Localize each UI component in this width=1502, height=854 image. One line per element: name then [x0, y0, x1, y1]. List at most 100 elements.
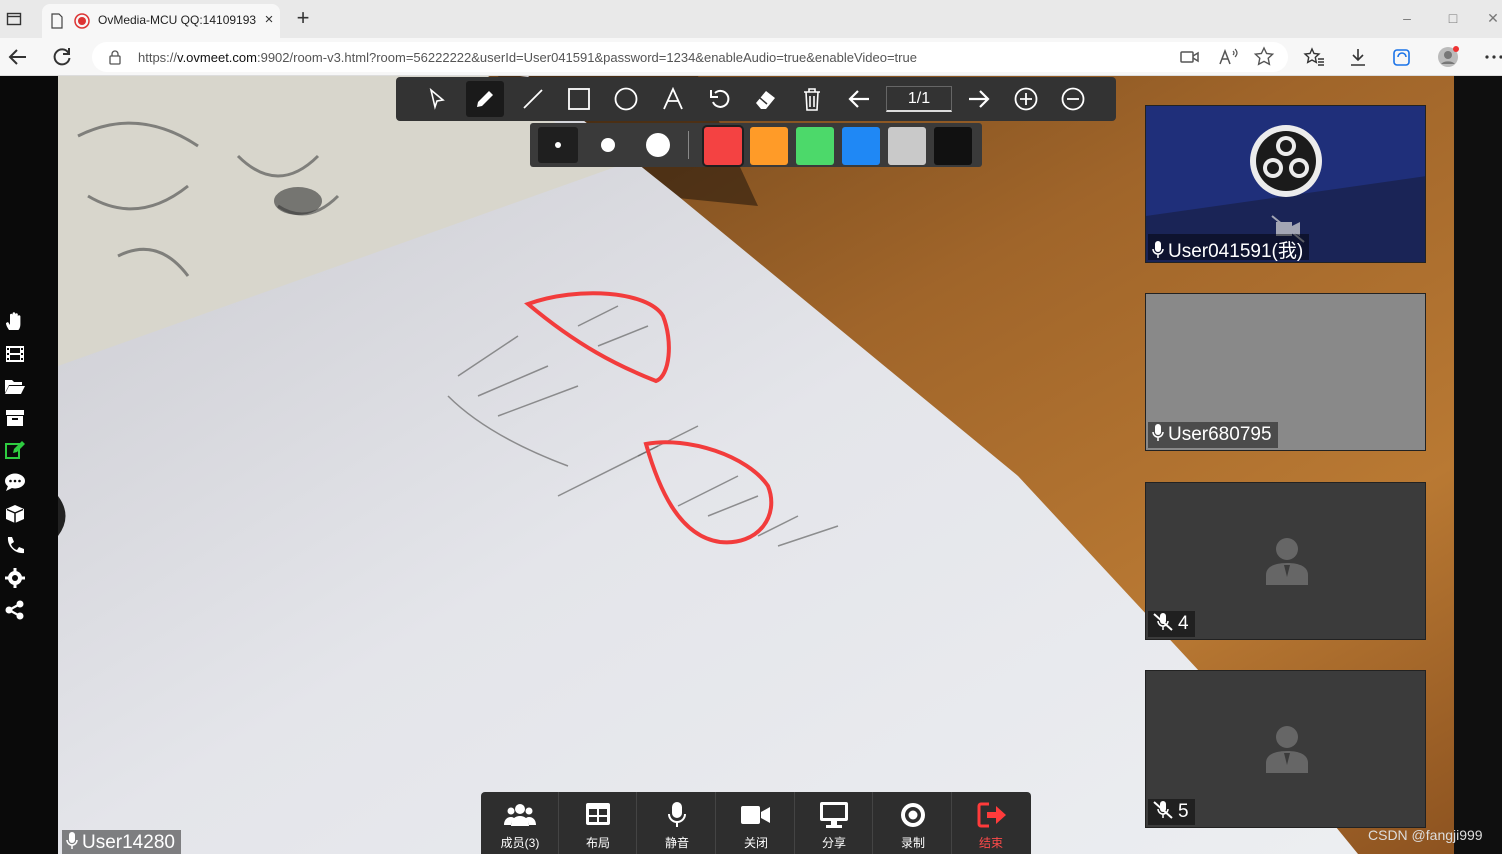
- color-orange[interactable]: [750, 127, 788, 165]
- next-page-icon: [969, 90, 990, 108]
- participant-tile-3[interactable]: 4: [1145, 482, 1426, 640]
- zoom-out-button[interactable]: [1054, 81, 1092, 117]
- zoom-in-icon: [1014, 87, 1038, 111]
- participant-tile-4[interactable]: 5: [1145, 670, 1426, 828]
- pen-icon: [477, 91, 493, 107]
- color-gray[interactable]: [888, 127, 926, 165]
- mic-icon: [1152, 241, 1164, 258]
- main-video-label: User14280: [62, 830, 181, 854]
- url-field[interactable]: https://v.ovmeet.com:9902/room-v3.html?r…: [92, 42, 1288, 72]
- downloads-icon[interactable]: [1346, 45, 1370, 69]
- color-blue[interactable]: [842, 127, 880, 165]
- pen-tool-button[interactable]: [466, 81, 504, 117]
- monitor-icon: [820, 802, 848, 828]
- minimize-button[interactable]: –: [1392, 8, 1422, 28]
- archive-icon[interactable]: [4, 408, 26, 428]
- reload-icon[interactable]: [50, 45, 74, 69]
- cube-icon[interactable]: [4, 504, 26, 524]
- rectangle-tool-button[interactable]: [560, 81, 598, 117]
- palette-divider: [688, 131, 689, 159]
- camera-permission-icon[interactable]: [1178, 45, 1202, 69]
- line-icon: [523, 89, 543, 109]
- collections-icon[interactable]: [1390, 45, 1414, 69]
- layout-button[interactable]: 布局: [559, 792, 637, 854]
- participant-name: User041591(我): [1168, 241, 1304, 262]
- mute-label: 静音: [664, 836, 689, 850]
- circle-tool-button[interactable]: [607, 81, 645, 117]
- participant-label-1: User041591(我): [1148, 234, 1310, 262]
- select-tool-button[interactable]: [418, 81, 456, 117]
- pen-size-large[interactable]: [638, 127, 678, 163]
- read-aloud-icon[interactable]: [1216, 45, 1240, 69]
- settings-icon[interactable]: [4, 568, 26, 588]
- add-favorite-icon[interactable]: [1252, 45, 1276, 69]
- window-menu-icon[interactable]: [6, 11, 22, 27]
- new-tab-button[interactable]: +: [292, 7, 314, 29]
- participant-label-4: 5: [1148, 799, 1195, 825]
- record-label: 录制: [900, 836, 925, 850]
- members-button[interactable]: 成员(3): [481, 792, 559, 854]
- page-icon: [51, 13, 63, 29]
- eraser-tool-button[interactable]: [746, 81, 784, 117]
- end-call-button[interactable]: 结束: [952, 792, 1030, 854]
- mic-muted-icon: [1153, 613, 1173, 631]
- next-page-button[interactable]: [960, 81, 998, 117]
- color-red[interactable]: [704, 127, 742, 165]
- zoom-in-button[interactable]: [1007, 81, 1045, 117]
- maximize-button[interactable]: □: [1438, 8, 1468, 28]
- meeting-page: User14280 1/1 User041591(我) User680795 4…: [0, 76, 1502, 854]
- user-avatar-icon: [1266, 726, 1308, 773]
- pen-palette: [530, 123, 982, 167]
- film-icon[interactable]: [4, 344, 26, 364]
- url-host: v.ovmeet.com: [177, 50, 257, 65]
- zoom-out-icon: [1061, 87, 1085, 111]
- color-green[interactable]: [796, 127, 834, 165]
- whiteboard-toolbar: 1/1: [396, 77, 1116, 121]
- folder-open-icon[interactable]: [4, 376, 26, 396]
- trash-icon: [804, 88, 820, 111]
- share-icon[interactable]: [4, 600, 26, 620]
- record-icon: [901, 803, 925, 827]
- mic-muted-icon: [1153, 801, 1173, 819]
- main-video-username: User14280: [82, 832, 175, 853]
- phone-icon[interactable]: [4, 536, 26, 556]
- select-icon: [429, 87, 445, 110]
- participant-label-3: 4: [1148, 611, 1195, 637]
- meeting-controls: 成员(3) 布局 静音 关闭 分享 录制 结束: [481, 792, 1031, 854]
- color-black[interactable]: [934, 127, 972, 165]
- record-button[interactable]: 录制: [874, 792, 952, 854]
- pen-size-small[interactable]: [538, 127, 578, 163]
- chat-icon[interactable]: [4, 472, 26, 492]
- url-prefix: https://: [138, 50, 178, 65]
- close-window-button[interactable]: ✕: [1478, 8, 1502, 28]
- url-path: :9902/room-v3.html?room=56222222&userId=…: [256, 50, 917, 65]
- browser-tab-bar: OvMedia-MCU QQ:14109193 × + – □ ✕: [0, 0, 1502, 38]
- mute-button[interactable]: 静音: [638, 792, 716, 854]
- prev-page-button[interactable]: [840, 81, 878, 117]
- hand-icon[interactable]: [4, 312, 26, 332]
- participant-tile-2[interactable]: User680795: [1145, 293, 1426, 451]
- browser-tab[interactable]: OvMedia-MCU QQ:14109193 ×: [42, 4, 280, 38]
- watermark: CSDN @fangji999: [1368, 827, 1483, 843]
- prev-page-icon: [848, 90, 869, 108]
- microphone-icon: [668, 802, 686, 827]
- text-tool-button[interactable]: [654, 81, 692, 117]
- more-menu-icon[interactable]: [1482, 45, 1502, 69]
- lock-icon[interactable]: [108, 49, 122, 65]
- share-screen-button[interactable]: 分享: [795, 792, 873, 854]
- tab-close-button[interactable]: ×: [262, 12, 276, 28]
- back-icon[interactable]: [6, 45, 30, 69]
- pen-size-medium[interactable]: [588, 127, 628, 163]
- clear-button[interactable]: [793, 81, 831, 117]
- undo-button[interactable]: [701, 81, 739, 117]
- participant-name: 4: [1178, 613, 1189, 634]
- mic-icon: [66, 832, 78, 849]
- edit-icon[interactable]: [4, 440, 26, 460]
- favorites-icon[interactable]: [1302, 45, 1326, 69]
- eraser-icon: [756, 91, 775, 109]
- line-tool-button[interactable]: [514, 81, 552, 117]
- participant-tile-1[interactable]: User041591(我): [1145, 105, 1426, 263]
- mic-icon: [1152, 424, 1164, 441]
- profile-avatar-icon[interactable]: [1436, 45, 1460, 69]
- camera-off-button[interactable]: 关闭: [717, 792, 795, 854]
